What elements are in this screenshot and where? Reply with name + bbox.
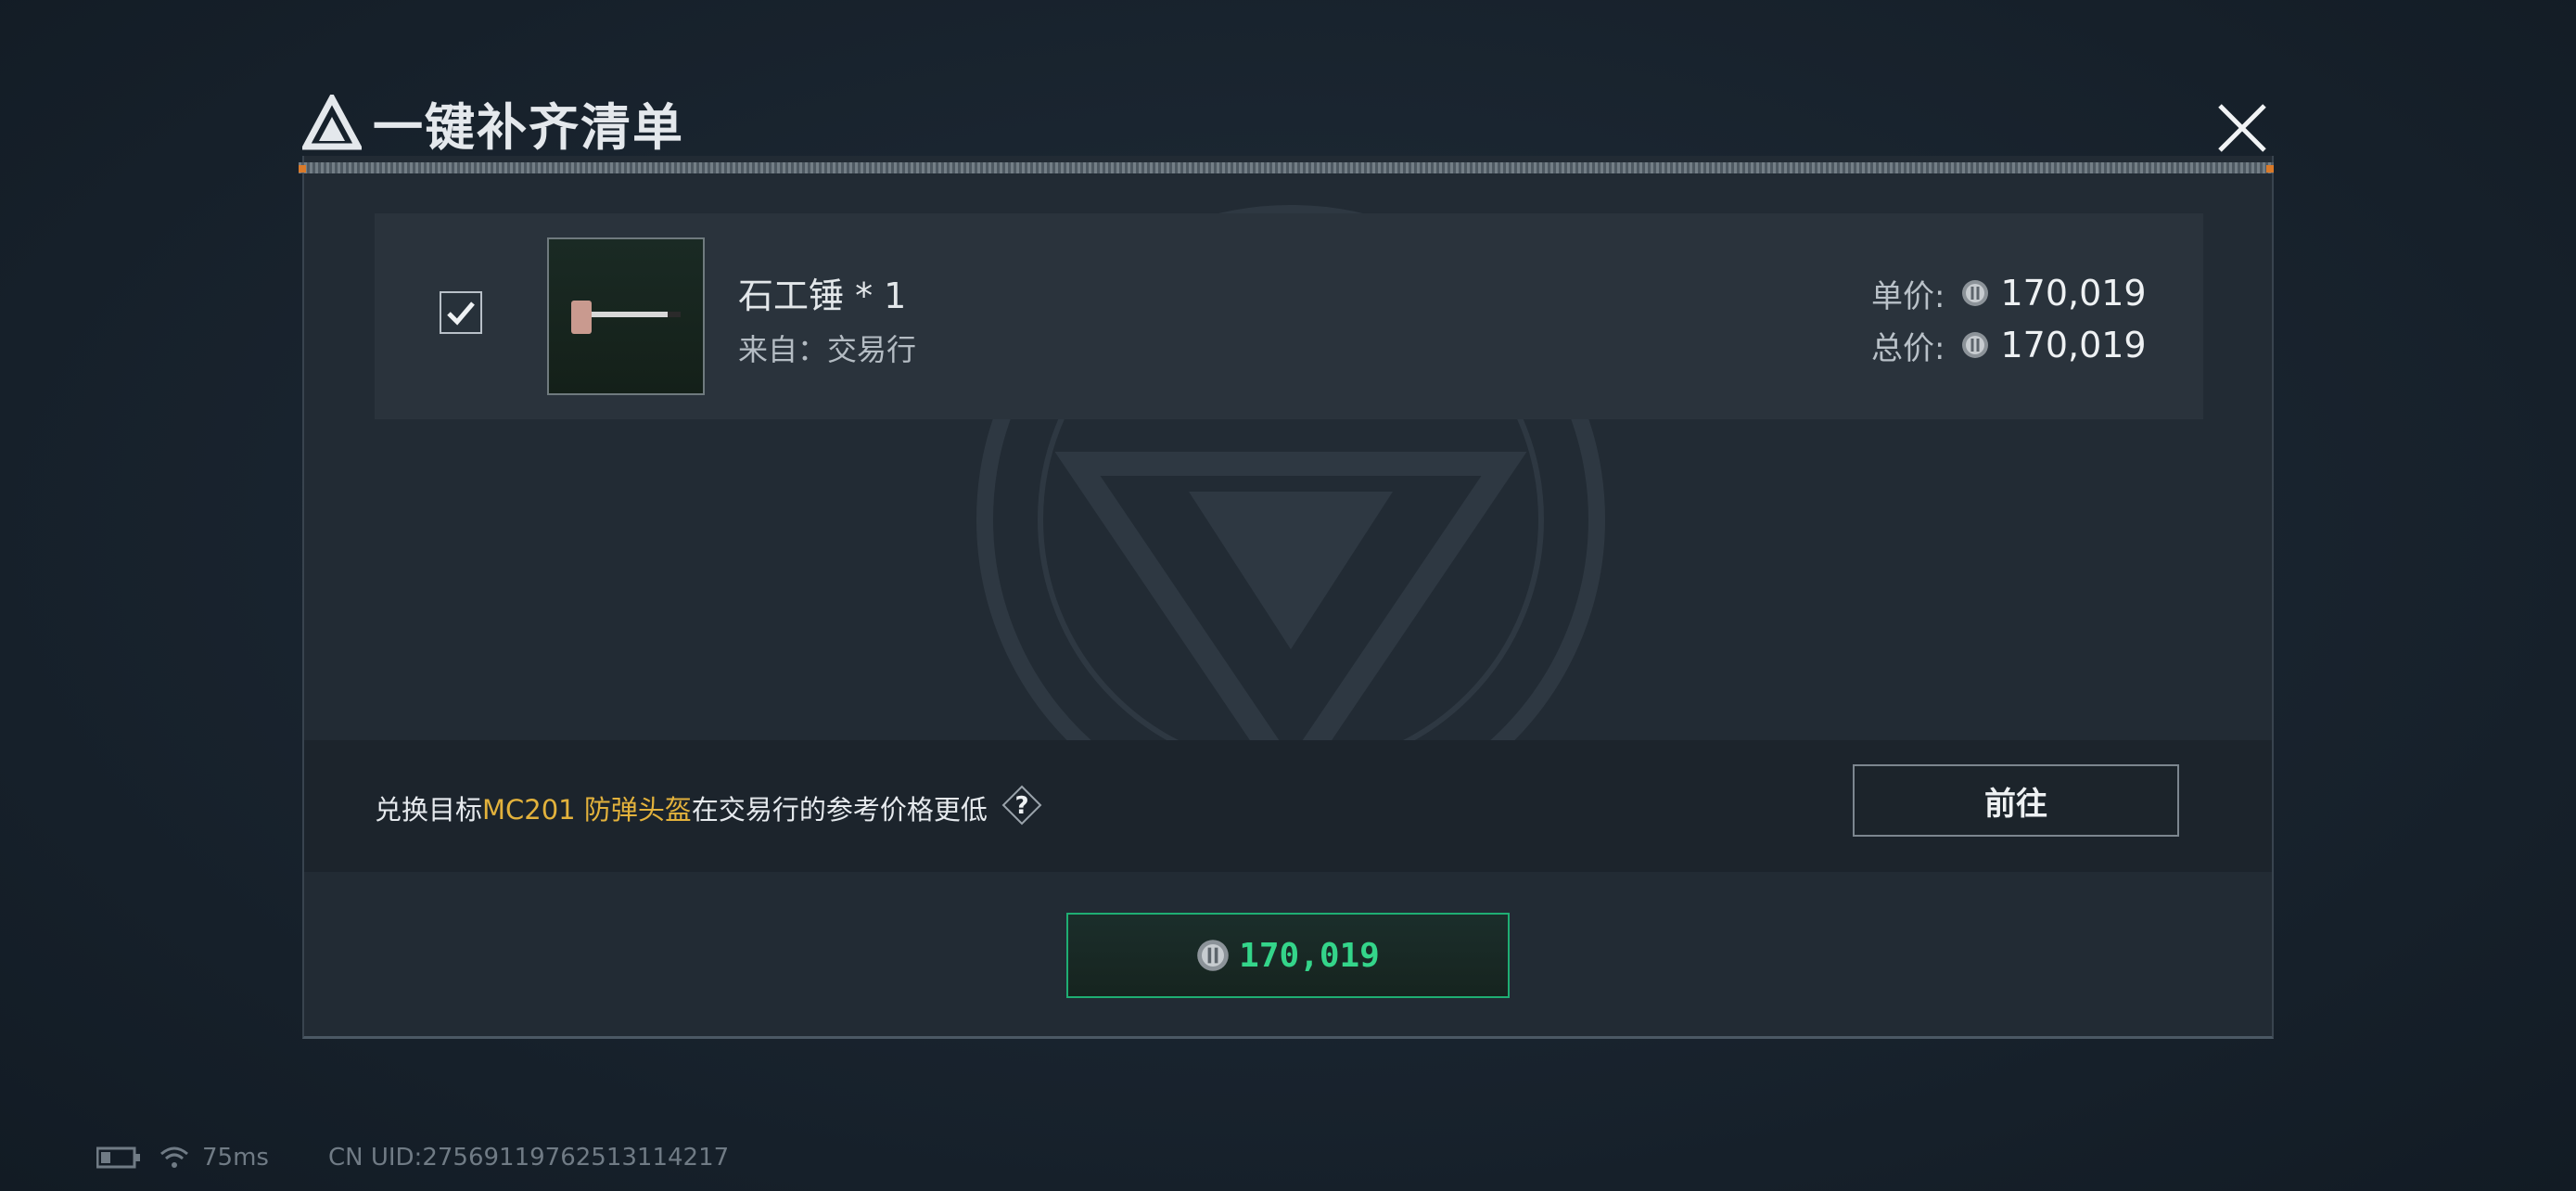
- dialog-header: 一键补齐清单: [302, 89, 684, 157]
- close-icon: [2218, 104, 2266, 152]
- unit-price-label: 单价:: [1871, 277, 1945, 315]
- check-icon: [447, 301, 475, 326]
- purchase-button[interactable]: 170,019: [1066, 913, 1510, 998]
- item-source: 来自：交易行: [738, 332, 917, 367]
- panel-top-divider: [299, 162, 2274, 173]
- divider-accent-right: [2266, 165, 2274, 173]
- total-price-label: 总价:: [1871, 329, 1945, 367]
- status-bar: 75ms CN UID:27569119762513114217: [96, 1141, 729, 1174]
- coin-icon: [1962, 332, 1989, 358]
- item-thumbnail[interactable]: [547, 237, 705, 395]
- coin-icon: [1197, 940, 1229, 971]
- notice-prefix: 兑换目标: [375, 794, 483, 826]
- help-symbol: ?: [1014, 792, 1028, 820]
- unit-price-value: 170,019: [2000, 273, 2147, 314]
- notice-suffix: 在交易行的参考价格更低: [691, 794, 988, 826]
- item-checkbox[interactable]: [440, 291, 482, 334]
- game-logo-icon: [302, 95, 362, 150]
- hammer-icon: [571, 301, 681, 334]
- help-button[interactable]: ?: [1001, 785, 1042, 826]
- goto-button[interactable]: 前往: [1853, 764, 2179, 837]
- unit-price-line: 单价: 170,019: [1871, 267, 2147, 319]
- wifi-icon: [160, 1146, 188, 1168]
- notice-target-name: MC201 防弹头盔: [482, 794, 692, 826]
- ping-value: 75ms: [202, 1144, 269, 1172]
- help-icon: ?: [1001, 785, 1042, 826]
- dialog-title: 一键补齐清单: [373, 97, 684, 157]
- coin-icon: [1962, 280, 1989, 306]
- price-block: 单价: 170,019 总价: 170,019: [1871, 267, 2147, 371]
- item-name: 石工锤 * 1: [738, 275, 907, 316]
- battery-icon: [96, 1146, 140, 1169]
- close-button[interactable]: [2207, 93, 2277, 163]
- uid-text: CN UID:27569119762513114217: [327, 1144, 730, 1172]
- notice-text: 兑换目标MC201 防弹头盔在交易行的参考价格更低: [375, 788, 988, 827]
- total-price-value: 170,019: [2000, 325, 2147, 365]
- total-price-line: 总价: 170,019: [1871, 319, 2147, 371]
- divider-accent-left: [299, 165, 306, 173]
- purchase-amount: 170,019: [1239, 936, 1380, 975]
